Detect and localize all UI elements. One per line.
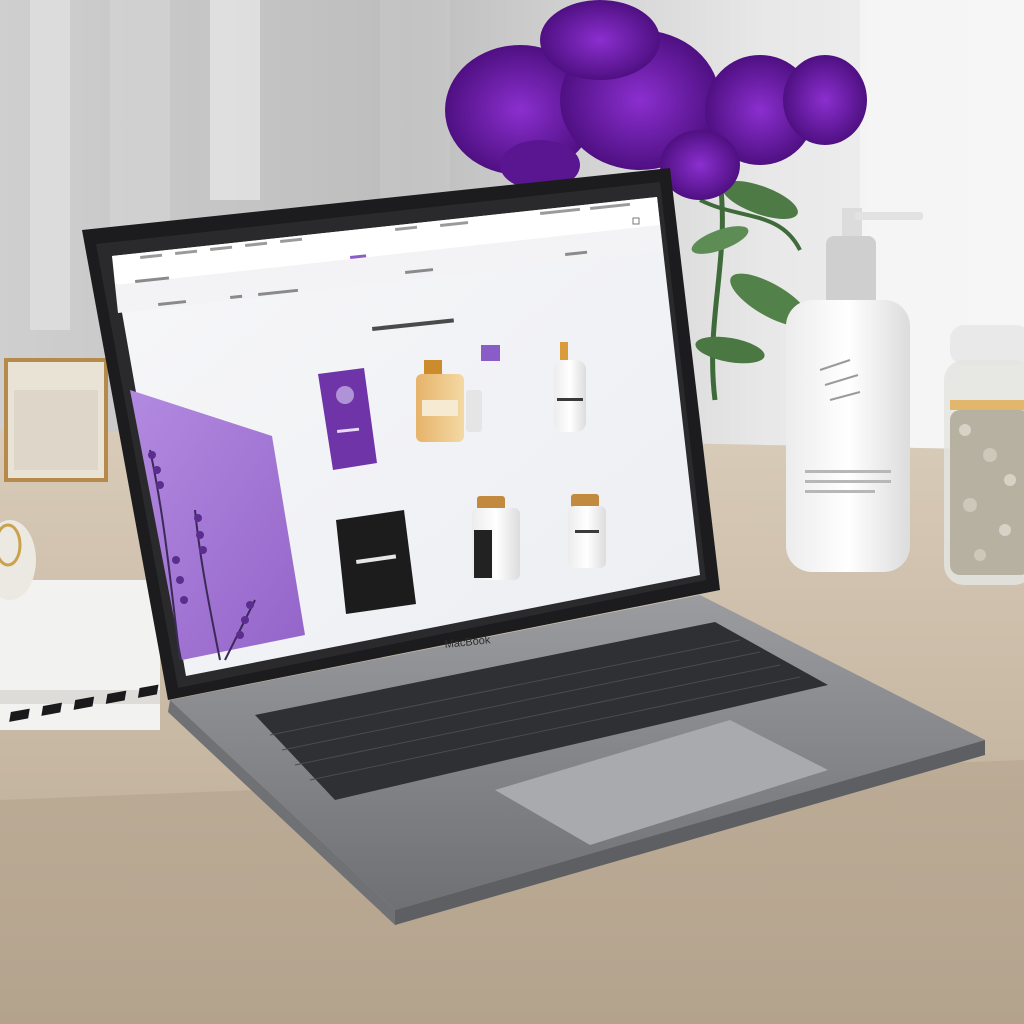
hero-lavender-panel	[130, 390, 305, 661]
sale-badge	[481, 345, 500, 361]
product-card[interactable]	[472, 496, 520, 580]
product-card[interactable]	[554, 342, 586, 432]
product-card[interactable]	[568, 494, 606, 568]
section-headline	[371, 318, 454, 331]
laptop-brand-label: MacBook	[444, 634, 491, 651]
product-card[interactable]	[318, 368, 377, 470]
product-card[interactable]	[336, 510, 416, 614]
product-card[interactable]	[416, 360, 482, 442]
laptop-screen: MacBook	[112, 197, 663, 661]
product-grid	[318, 342, 606, 614]
product-photo-scene: MacBook	[0, 0, 1024, 1024]
